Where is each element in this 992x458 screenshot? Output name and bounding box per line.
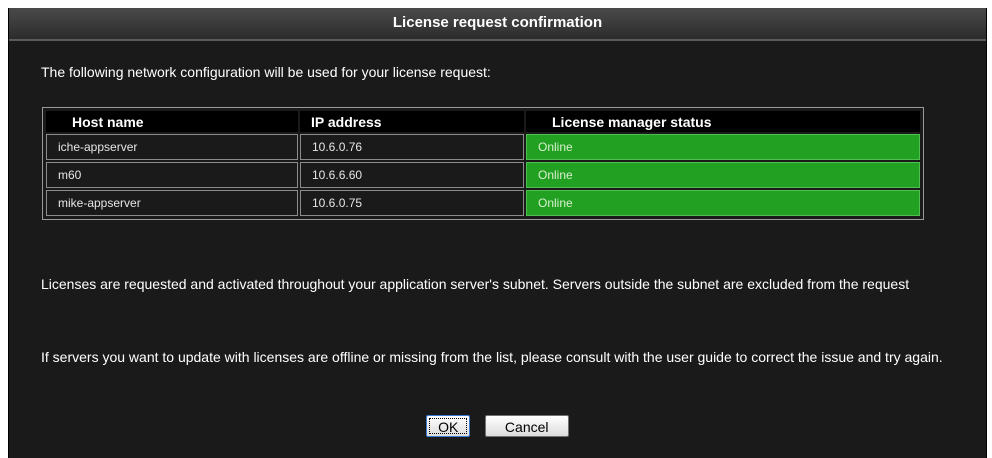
dialog-title: License request confirmation [9,8,986,41]
button-bar: OK Cancel [9,415,986,437]
intro-text: The following network configuration will… [41,64,491,80]
host-cell: mike-appserver [46,190,298,216]
table-row: m60 10.6.6.60 Online [46,162,920,188]
subnet-note: Licenses are requested and activated thr… [41,276,910,292]
network-config-table: Host name IP address License manager sta… [42,107,924,220]
ip-cell: 10.6.0.76 [300,134,524,160]
offline-help-note: If servers you want to update with licen… [41,349,943,365]
table-row: mike-appserver 10.6.0.75 Online [46,190,920,216]
ip-cell: 10.6.6.60 [300,162,524,188]
table-row: iche-appserver 10.6.0.76 Online [46,134,920,160]
host-cell: m60 [46,162,298,188]
status-cell: Online [526,190,920,216]
column-header-host: Host name [46,111,298,132]
status-cell: Online [526,162,920,188]
ip-cell: 10.6.0.75 [300,190,524,216]
status-cell: Online [526,134,920,160]
cancel-button[interactable]: Cancel [484,415,569,437]
table-header-row: Host name IP address License manager sta… [46,111,920,132]
ok-button[interactable]: OK [426,415,471,437]
column-header-status: License manager status [526,111,920,132]
column-header-ip: IP address [300,111,524,132]
host-cell: iche-appserver [46,134,298,160]
license-request-dialog: License request confirmation The followi… [8,8,987,458]
